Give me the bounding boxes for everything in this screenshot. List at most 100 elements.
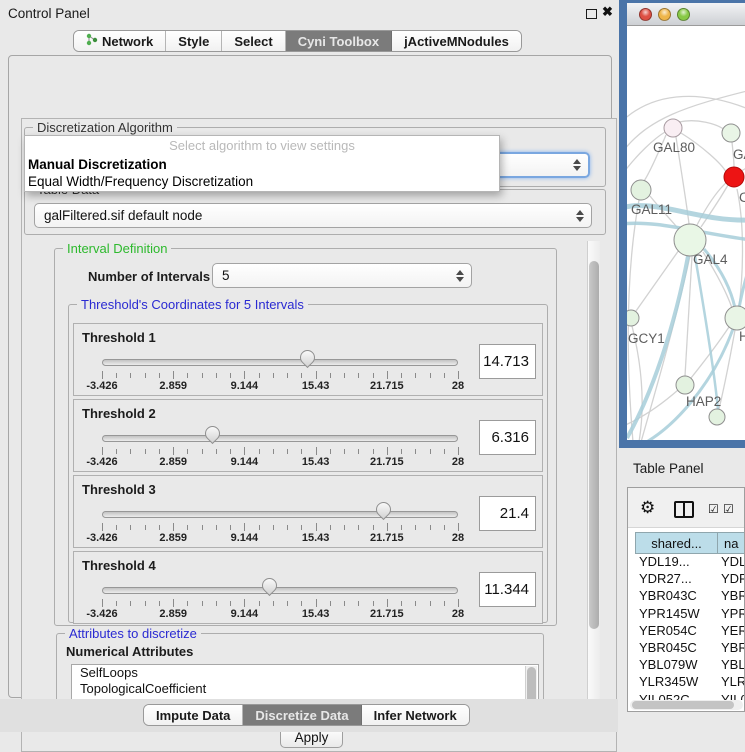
- tick-mark: [415, 449, 416, 454]
- tick-mark: [244, 523, 245, 531]
- tab-label: Select: [234, 34, 272, 49]
- network-node-gcy1[interactable]: [627, 310, 639, 326]
- network-node[interactable]: [709, 409, 725, 425]
- tab-label: Discretize Data: [255, 708, 348, 723]
- table-row[interactable]: YER054CYER0: [635, 623, 745, 640]
- numerical-attributes-label: Numerical Attributes: [66, 644, 193, 659]
- interval-definition-group: Interval Definition Number of Intervals …: [54, 248, 557, 626]
- tick-mark: [102, 523, 103, 531]
- table-data-combo[interactable]: galFiltered.sif default node: [34, 203, 592, 228]
- tick-mark: [202, 373, 203, 378]
- tab-cyni-toolbox[interactable]: Cyni Toolbox: [286, 31, 392, 51]
- tab-impute-data[interactable]: Impute Data: [144, 705, 243, 725]
- tick-label: 21.715: [357, 456, 417, 468]
- tick-mark: [273, 449, 274, 454]
- checkbox-checked-icon[interactable]: ☑: [708, 502, 719, 516]
- threshold-value-field[interactable]: 14.713: [479, 344, 536, 379]
- number-of-intervals-label: Number of Intervals: [88, 269, 210, 284]
- tab-select[interactable]: Select: [222, 31, 285, 51]
- network-node-gal11[interactable]: [631, 180, 651, 200]
- tab-style[interactable]: Style: [166, 31, 222, 51]
- tick-mark: [387, 371, 388, 379]
- tab-network[interactable]: Network: [74, 31, 166, 51]
- number-of-intervals-combo[interactable]: 5: [212, 263, 472, 288]
- attribute-list-item[interactable]: TopologicalCoefficient: [72, 681, 538, 697]
- threshold-value-field[interactable]: 6.316: [479, 420, 536, 455]
- threshold-value-field[interactable]: 21.4: [479, 496, 536, 531]
- table-row[interactable]: YDL19...YDL1: [635, 554, 745, 571]
- tick-mark: [444, 373, 445, 378]
- slider-track[interactable]: [102, 435, 458, 442]
- network-graph: GAL80GACGAL11GAL4GCY1HHAP2: [627, 26, 745, 440]
- close-icon[interactable]: ✖: [602, 4, 613, 20]
- float-window-icon[interactable]: [586, 9, 597, 19]
- tick-mark: [173, 599, 174, 607]
- table-row[interactable]: YBR045CYBR0: [635, 640, 745, 657]
- network-node-c[interactable]: [724, 167, 744, 187]
- minimize-traffic-light[interactable]: [658, 8, 671, 21]
- network-node-ga[interactable]: [722, 124, 740, 142]
- tick-label: 21.715: [357, 608, 417, 620]
- network-canvas[interactable]: GAL80GACGAL11GAL4GCY1HHAP2: [627, 26, 745, 440]
- tick-label: -3.426: [72, 380, 132, 392]
- network-window-titlebar[interactable]: [627, 3, 745, 26]
- table-row[interactable]: YPR145WYPR1: [635, 606, 745, 623]
- table-row[interactable]: YBL079WYBL0: [635, 657, 745, 674]
- network-edge-highlighted: [695, 256, 718, 410]
- tick-mark: [316, 371, 317, 379]
- tick-mark: [373, 373, 374, 378]
- close-traffic-light[interactable]: [639, 8, 652, 21]
- table-row[interactable]: YBR043CYBR0: [635, 588, 745, 605]
- slider-track[interactable]: [102, 587, 458, 594]
- tick-mark: [102, 447, 103, 455]
- network-node-gal80[interactable]: [664, 119, 682, 137]
- gear-icon[interactable]: ⚙: [640, 499, 655, 516]
- table-row[interactable]: YLR345WYLR3: [635, 674, 745, 691]
- table-panel-title: Table Panel: [633, 461, 704, 476]
- tick-label: 9.144: [214, 380, 274, 392]
- slider-track[interactable]: [102, 511, 458, 518]
- threshold-label: Threshold 4: [82, 558, 156, 573]
- tick-mark: [159, 525, 160, 530]
- slider-track[interactable]: [102, 359, 458, 366]
- tick-mark: [430, 525, 431, 530]
- checkbox-checked-icon[interactable]: ☑: [723, 502, 734, 516]
- network-node-hap2[interactable]: [676, 376, 694, 394]
- column-header-name[interactable]: na: [717, 532, 745, 554]
- tick-mark: [244, 447, 245, 455]
- zoom-traffic-light[interactable]: [677, 8, 690, 21]
- table-hscrollbar-thumb[interactable]: [632, 701, 734, 709]
- tab-jactivemnodules[interactable]: jActiveMNodules: [392, 31, 521, 51]
- popup-placeholder-item[interactable]: Select algorithm to view settings: [25, 136, 499, 156]
- columns-icon[interactable]: [674, 501, 694, 518]
- attribute-list-item[interactable]: SelfLoops: [72, 665, 538, 681]
- table-row[interactable]: YDR27...YDR2: [635, 571, 745, 588]
- settings-scrollbar[interactable]: [587, 241, 600, 719]
- popup-item-manual-discretization[interactable]: Manual Discretization: [25, 156, 499, 173]
- threshold-value-field[interactable]: 11.344: [479, 572, 536, 607]
- tab-infer-network[interactable]: Infer Network: [362, 705, 469, 725]
- tick-label: 15.43: [286, 456, 346, 468]
- table-row[interactable]: YIL052CYIL0: [635, 692, 745, 701]
- tick-mark: [444, 449, 445, 454]
- popup-item-equal-width-frequency[interactable]: Equal Width/Frequency Discretization: [25, 173, 499, 190]
- tick-label: 21.715: [357, 532, 417, 544]
- network-edge: [636, 250, 679, 311]
- cell-shared-name: YIL052C: [635, 692, 718, 701]
- tick-label: 28: [428, 456, 488, 468]
- settings-scrollbar-thumb[interactable]: [589, 261, 599, 629]
- table-rows[interactable]: YDL19...YDL1YDR27...YDR2YBR043CYBR0YPR14…: [635, 554, 745, 700]
- tab-discretize-data[interactable]: Discretize Data: [243, 705, 361, 725]
- threshold-row-4: Threshold 4-3.4262.8599.14415.4321.71528…: [73, 551, 543, 624]
- tick-label: 15.43: [286, 608, 346, 620]
- tick-label: 15.43: [286, 532, 346, 544]
- tick-mark: [415, 525, 416, 530]
- column-header-shared-name[interactable]: shared...: [635, 532, 717, 554]
- tick-mark: [358, 601, 359, 606]
- network-node-h[interactable]: [725, 306, 745, 330]
- table-hscrollbar[interactable]: [630, 700, 743, 710]
- tick-mark: [301, 373, 302, 378]
- tick-label: 15.43: [286, 380, 346, 392]
- tick-mark: [301, 601, 302, 606]
- tick-mark: [130, 601, 131, 606]
